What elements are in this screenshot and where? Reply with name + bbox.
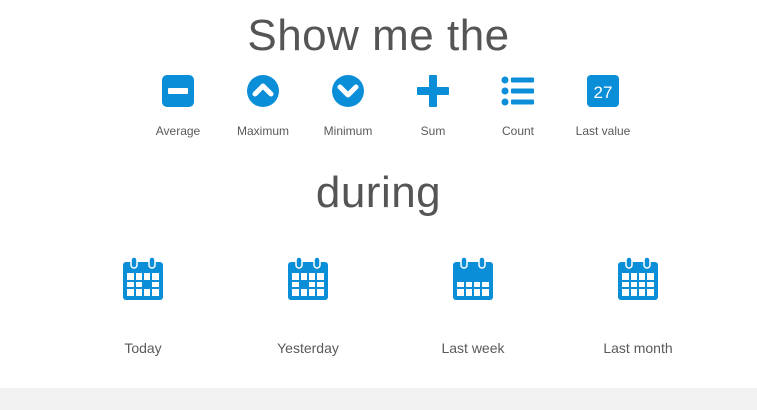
period-today[interactable]: Today: [73, 256, 213, 356]
chevron-up-circle-icon: [246, 74, 280, 108]
heading-during: during: [315, 168, 442, 217]
option-last-value-label: Last value: [575, 124, 631, 138]
calendar-day-icon: [286, 256, 330, 302]
option-sum-label: Sum: [420, 124, 446, 138]
option-maximum-label: Maximum: [236, 124, 289, 138]
period-yesterday-label: Yesterday: [277, 340, 339, 356]
period-last-month[interactable]: Last month: [568, 256, 708, 356]
minus-square-icon: [161, 74, 195, 108]
option-minimum-label: Minimum: [323, 124, 373, 138]
period-yesterday[interactable]: Yesterday: [238, 256, 378, 356]
option-average-label: Average: [155, 124, 201, 138]
option-count-label: Count: [501, 124, 535, 138]
period-today-label: Today: [124, 340, 162, 356]
calendar-day-icon: [121, 256, 165, 302]
calendar-week-icon: [451, 256, 495, 302]
calendar-badge-number: 27: [594, 83, 613, 102]
period-last-month-label: Last month: [603, 340, 673, 356]
chevron-down-circle-icon: [331, 74, 365, 108]
period-last-week-label: Last week: [441, 340, 505, 356]
heading-show-me-the: Show me the: [247, 11, 510, 60]
period-last-week[interactable]: Last week: [403, 256, 543, 356]
footer-bar: [0, 388, 757, 410]
calendar-day-icon: 27: [586, 74, 620, 108]
calendar-month-icon: [616, 256, 660, 302]
list-icon: [501, 74, 535, 108]
option-last-value[interactable]: 27 Last value: [553, 74, 653, 138]
plus-icon: [416, 74, 450, 108]
